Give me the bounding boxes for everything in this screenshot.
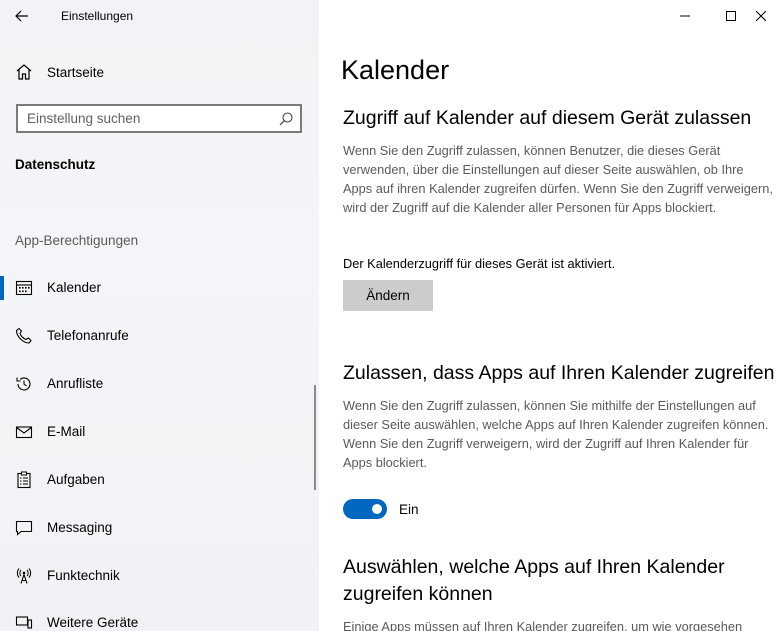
tasks-icon [17,471,31,489]
sidebar-item-label: Kalender [47,280,102,295]
chat-icon [15,520,33,536]
sidebar-item-aufgaben[interactable]: Aufgaben [0,460,319,500]
app-title: Einstellungen [61,9,134,23]
sidebar-item-home[interactable]: Startseite [0,56,319,88]
history-icon [16,377,31,391]
title-bar: Einstellungen [0,0,319,32]
group-title: App-Berechtigungen [15,233,139,248]
sidebar-item-kalender[interactable]: Kalender [0,268,319,308]
page-title: Kalender [341,55,450,85]
device-access-description: Wenn Sie den Zugriff zulassen, können Be… [343,143,773,215]
sidebar-item-label: Aufgaben [47,472,105,487]
home-icon [16,64,32,80]
choose-apps-heading: Auswählen, welche Apps auf Ihren Kalende… [343,556,725,605]
app-access-toggle[interactable] [343,499,387,519]
app-access-heading: Zulassen, dass Apps auf Ihren Kalender z… [343,362,775,384]
minimize-button[interactable] [662,0,708,32]
search-placeholder: Einstellung suchen [27,111,141,126]
maximize-icon [726,11,736,21]
sidebar-item-anrufliste[interactable]: Anrufliste [0,364,319,404]
phone-icon [15,327,32,344]
home-label: Startseite [47,65,105,80]
sidebar-item-weitere-geraete[interactable]: Weitere Geräte [0,603,319,631]
search-input[interactable]: Einstellung suchen [16,104,302,133]
sidebar: Einstellungen Startseite Einstellung suc… [0,0,319,631]
calendar-icon [15,280,33,296]
app-access-description: Wenn Sie den Zugriff zulassen, können Si… [343,398,769,470]
sidebar-item-label: Telefonanrufe [47,328,129,343]
sidebar-item-label: Funktechnik [47,568,120,583]
mail-icon [15,426,33,439]
search-icon[interactable] [278,111,294,127]
sidebar-item-funktechnik[interactable]: Funktechnik [0,556,319,596]
toggle-label: Ein [399,502,419,517]
minimize-icon [680,15,690,17]
device-access-status: Der Kalenderzugriff für dieses Gerät ist… [343,256,616,271]
section-title: Datenschutz [15,157,96,172]
sidebar-item-label: Messaging [47,520,113,535]
sidebar-item-messaging[interactable]: Messaging [0,508,319,548]
close-button[interactable] [738,0,784,32]
sidebar-scrollbar[interactable] [314,385,316,490]
radio-icon [16,568,32,584]
back-button[interactable] [10,4,34,28]
sidebar-item-telefonanrufe[interactable]: Telefonanrufe [0,316,319,356]
choose-apps-description: Einige Apps müssen auf Ihren Kalender zu… [343,619,743,631]
device-access-heading: Zugriff auf Kalender auf diesem Gerät zu… [343,107,752,129]
back-arrow-icon [15,10,28,22]
sidebar-item-email[interactable]: E-Mail [0,412,319,452]
sidebar-item-label: Weitere Geräte [47,615,139,630]
sidebar-item-label: E-Mail [47,424,86,439]
change-button[interactable]: Ändern [343,280,433,311]
main-content: Kalender Zugriff auf Kalender auf diesem… [319,0,784,631]
toggle-knob [372,504,382,514]
sidebar-item-label: Anrufliste [47,376,104,391]
close-icon [756,11,766,21]
devices-icon [15,616,33,629]
